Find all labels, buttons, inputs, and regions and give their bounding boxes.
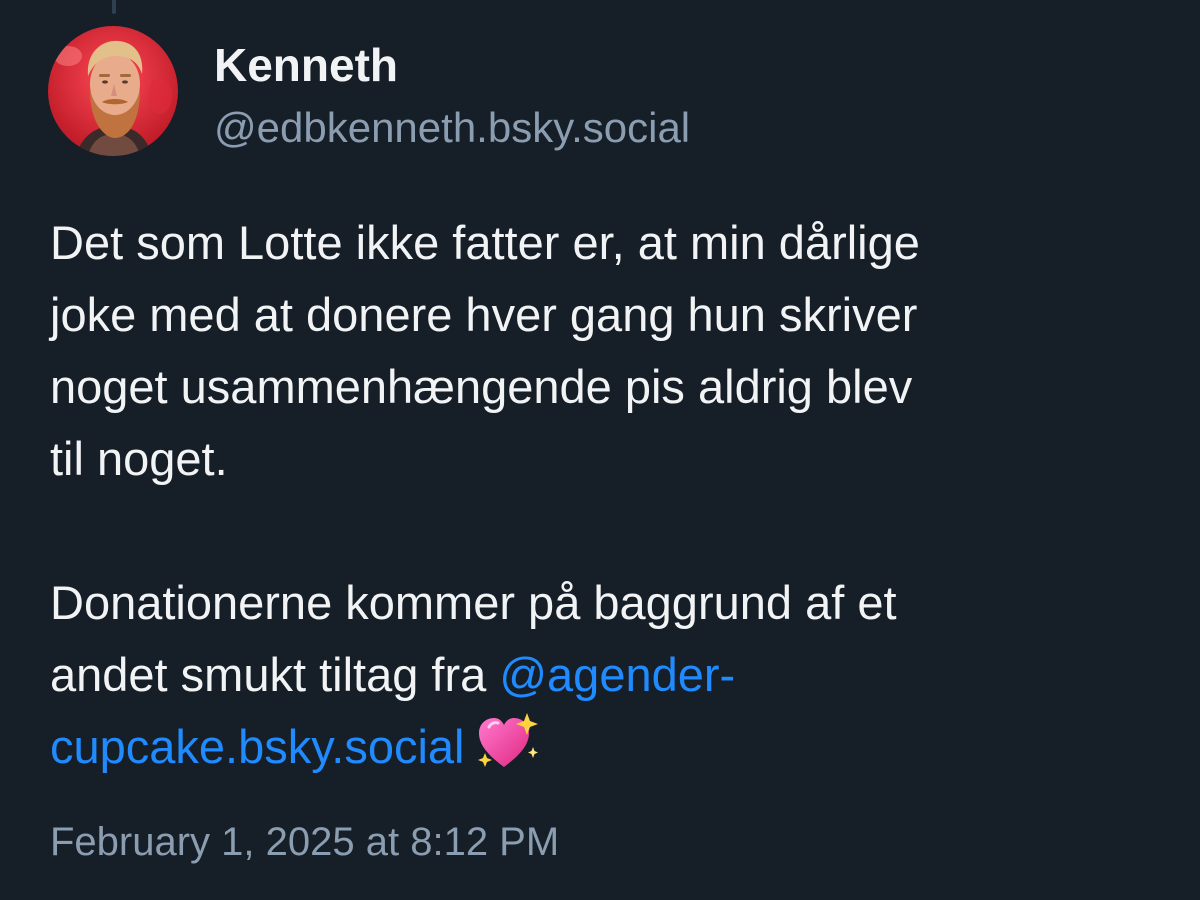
- author-avatar[interactable]: [48, 26, 178, 156]
- post-line: til noget.: [50, 432, 228, 485]
- mention-part-2: cupcake.bsky.social: [50, 720, 465, 773]
- post-body: Det som Lotte ikke fatter er, at min dår…: [50, 207, 1160, 783]
- post-line: noget usammenhængende pis aldrig blev: [50, 360, 913, 413]
- post-timestamp: February 1, 2025 at 8:12 PM: [50, 820, 560, 864]
- author-display-name[interactable]: Kenneth: [214, 38, 398, 92]
- post-paragraph-1: Det som Lotte ikke fatter er, at min dår…: [50, 207, 1160, 495]
- post-line: andet smukt tiltag fra: [50, 648, 500, 701]
- post-line: Det som Lotte ikke fatter er, at min dår…: [50, 216, 920, 269]
- sparkling-heart-icon: [477, 713, 539, 771]
- post-line: joke med at donere hver gang hun skriver: [50, 288, 918, 341]
- mention-part-1: @agender-: [499, 648, 736, 701]
- person-avatar-icon: [48, 26, 178, 156]
- post-paragraph-2: Donationerne kommer på baggrund af et an…: [50, 567, 1160, 783]
- author-handle[interactable]: @edbkenneth.bsky.social: [214, 104, 690, 152]
- post-line: Donationerne kommer på baggrund af et: [50, 576, 897, 629]
- post: Kenneth @edbkenneth.bsky.social Det som …: [0, 0, 1200, 900]
